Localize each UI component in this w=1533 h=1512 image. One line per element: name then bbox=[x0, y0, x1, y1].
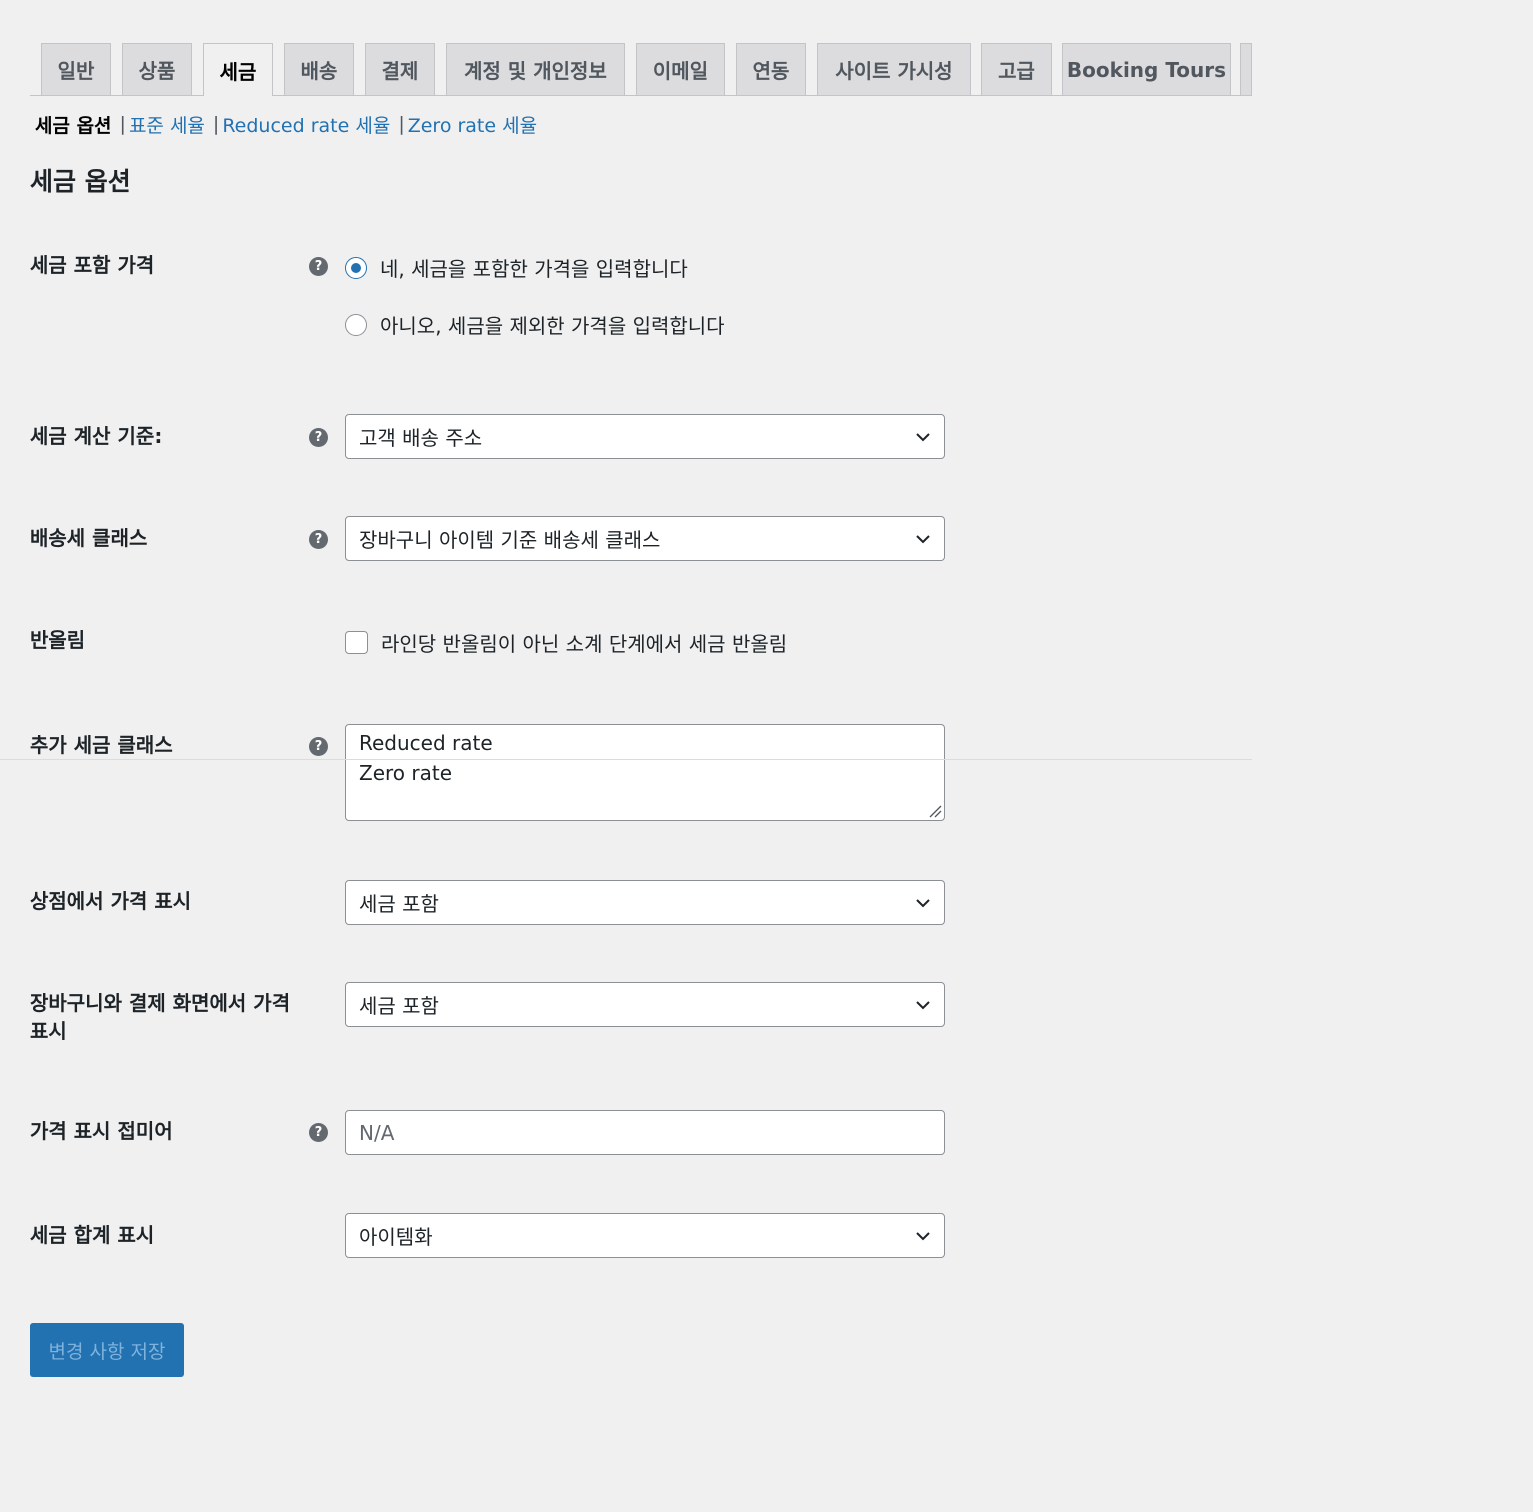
radio-include-tax-label: 네, 세금을 포함한 가격을 입력합니다 bbox=[380, 257, 688, 281]
radio-option-exclude-tax[interactable]: 아니오, 세금을 제외한 가격을 입력합니다 bbox=[345, 310, 725, 339]
subnav-separator: | bbox=[119, 113, 126, 135]
display-tax-totals-value: 아이템화 bbox=[359, 1225, 433, 1249]
tax-section-nav: 세금 옵션 | 표준 세율 | Reduced rate 세율 | Zero r… bbox=[35, 110, 537, 138]
radio-include-tax[interactable] bbox=[345, 256, 367, 279]
rounding-checkbox-label: 라인당 반올림이 아닌 소계 단계에서 세금 반올림 bbox=[381, 632, 788, 656]
tab-shipping[interactable]: 배송 bbox=[284, 43, 354, 95]
rounding-checkbox[interactable] bbox=[345, 631, 368, 654]
subnav-current: 세금 옵션 bbox=[35, 114, 112, 137]
subnav-separator: | bbox=[212, 113, 220, 135]
tab-payments[interactable]: 결제 bbox=[365, 43, 435, 95]
tab-booking-tours[interactable]: Booking Tours bbox=[1062, 43, 1231, 95]
tab-integration[interactable]: 연동 bbox=[736, 43, 806, 95]
shipping-tax-class-value: 장바구니 아이템 기준 배송세 클래스 bbox=[359, 528, 661, 552]
tax-based-on-label: 세금 계산 기준: bbox=[30, 424, 163, 448]
chevron-down-icon bbox=[916, 535, 930, 544]
shipping-tax-class-select[interactable]: 장바구니 아이템 기준 배송세 클래스 bbox=[345, 516, 945, 561]
tax-based-on-value: 고객 배송 주소 bbox=[359, 426, 483, 450]
help-icon[interactable]: ? bbox=[309, 1123, 328, 1142]
additional-tax-classes-label: 추가 세금 클래스 bbox=[30, 733, 173, 757]
rounding-label: 반올림 bbox=[30, 628, 86, 652]
tab-accounts-privacy[interactable]: 계정 및 개인정보 bbox=[446, 43, 625, 95]
chevron-down-icon bbox=[916, 433, 930, 442]
subnav-reduced-rates[interactable]: Reduced rate 세율 bbox=[222, 111, 390, 138]
radio-exclude-tax[interactable] bbox=[345, 313, 367, 336]
tab-site-visibility[interactable]: 사이트 가시성 bbox=[817, 43, 971, 95]
rounding-option[interactable]: 라인당 반올림이 아닌 소계 단계에서 세금 반올림 bbox=[345, 628, 787, 657]
help-icon[interactable]: ? bbox=[309, 257, 328, 276]
radio-exclude-tax-label: 아니오, 세금을 제외한 가격을 입력합니다 bbox=[380, 314, 725, 338]
divider bbox=[0, 759, 1252, 760]
display-prices-shop-value: 세금 포함 bbox=[359, 892, 439, 916]
price-display-suffix-input[interactable]: N/A bbox=[345, 1110, 945, 1155]
tab-advanced[interactable]: 고급 bbox=[981, 43, 1052, 95]
additional-tax-classes-textarea[interactable]: Reduced rate Zero rate bbox=[345, 724, 945, 821]
chevron-down-icon bbox=[916, 1001, 930, 1010]
tab-general[interactable]: 일반 bbox=[41, 43, 111, 95]
help-icon[interactable]: ? bbox=[309, 428, 328, 447]
prices-include-tax-label: 세금 포함 가격 bbox=[30, 253, 155, 277]
textarea-line: Zero rate bbox=[359, 761, 453, 785]
display-prices-cart-select[interactable]: 세금 포함 bbox=[345, 982, 945, 1027]
display-prices-cart-label: 장바구니와 결제 화면에서 가격 표시 bbox=[30, 991, 291, 1043]
display-prices-shop-label: 상점에서 가격 표시 bbox=[30, 889, 192, 913]
save-changes-button[interactable]: 변경 사항 저장 bbox=[30, 1323, 184, 1377]
subnav-zero-rates[interactable]: Zero rate 세율 bbox=[408, 111, 537, 138]
display-prices-cart-value: 세금 포함 bbox=[359, 994, 439, 1018]
radio-selected-dot bbox=[351, 262, 361, 273]
subnav-standard-rates[interactable]: 표준 세율 bbox=[129, 111, 205, 138]
tab-products[interactable]: 상품 bbox=[122, 43, 192, 95]
subnav-separator: | bbox=[398, 113, 405, 135]
shipping-tax-class-label: 배송세 클래스 bbox=[30, 526, 148, 550]
help-icon[interactable]: ? bbox=[309, 530, 328, 549]
textarea-line: Reduced rate bbox=[359, 731, 493, 755]
price-display-suffix-placeholder: N/A bbox=[359, 1120, 395, 1145]
tab-tax[interactable]: 세금 bbox=[203, 43, 273, 96]
chevron-down-icon bbox=[916, 899, 930, 908]
display-tax-totals-label: 세금 합계 표시 bbox=[30, 1223, 155, 1247]
display-prices-shop-select[interactable]: 세금 포함 bbox=[345, 880, 945, 925]
tax-based-on-select[interactable]: 고객 배송 주소 bbox=[345, 414, 945, 459]
section-title: 세금 옵션 bbox=[30, 167, 131, 196]
resize-grip-icon[interactable] bbox=[928, 804, 942, 818]
tab-emails[interactable]: 이메일 bbox=[636, 43, 725, 95]
price-display-suffix-label: 가격 표시 접미어 bbox=[30, 1119, 173, 1143]
help-icon[interactable]: ? bbox=[309, 737, 328, 756]
chevron-down-icon bbox=[916, 1232, 930, 1241]
radio-option-include-tax[interactable]: 네, 세금을 포함한 가격을 입력합니다 bbox=[345, 253, 688, 282]
tab-overflow[interactable] bbox=[1240, 43, 1252, 95]
display-tax-totals-select[interactable]: 아이템화 bbox=[345, 1213, 945, 1258]
settings-tab-bar: 일반 상품 세금 배송 결제 계정 및 개인정보 이메일 연동 사이트 가시성 … bbox=[30, 43, 1252, 96]
